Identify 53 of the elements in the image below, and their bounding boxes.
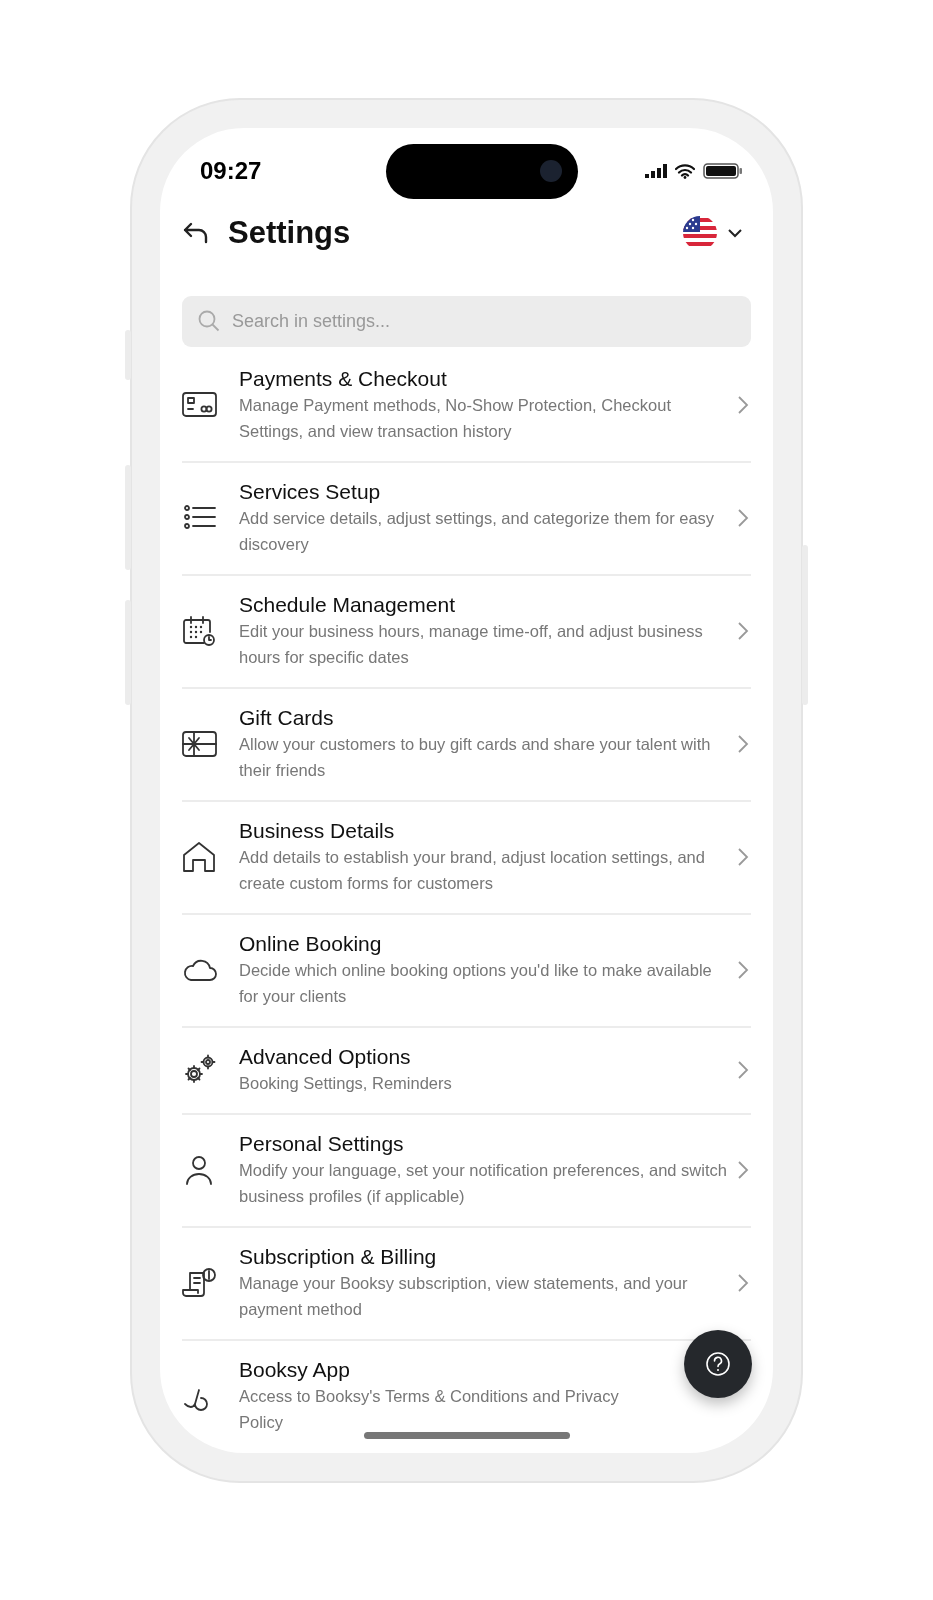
item-description: Allow your customers to buy gift cards and share your talent with their friends (239, 734, 712, 781)
chevron-icon (737, 621, 749, 641)
item-title: Services Setup (239, 479, 382, 505)
caret-icon (727, 228, 743, 238)
item-description: Add details to establish your brand, adjust location settings, and create custom forms for customers (239, 847, 706, 894)
chevron-icon (737, 1273, 749, 1293)
search-field[interactable]: Search in settings... (182, 296, 751, 347)
house-icon (182, 841, 218, 873)
settings-item[interactable]: Personal Settings Modify your language, set your notification preferences, and switch business profiles (if applicable) (182, 1115, 751, 1228)
settings-item[interactable]: Booksy App Access to Booksy's Terms & Conditions and Privacy Policy (182, 1341, 669, 1452)
item-title: Advanced Options (239, 1044, 412, 1070)
item-title: Online Booking (239, 931, 383, 957)
chevron-icon (737, 960, 749, 980)
item-title: Payments & Checkout (239, 366, 448, 392)
item-title: Schedule Management (239, 592, 456, 618)
gift-card-icon (182, 728, 218, 760)
settings-item[interactable]: Online Booking Decide which online booking options you'd like to make available for your clients (182, 915, 751, 1028)
chevron-icon (737, 395, 749, 415)
page-title: Settings (228, 215, 351, 251)
item-title: Personal Settings (239, 1131, 405, 1157)
item-description: Modify your language, set your notification preferences, and switch business profiles (if applicable) (239, 1160, 728, 1207)
chevron-icon (737, 508, 749, 528)
settings-item[interactable]: Gift Cards Allow your customers to buy gift cards and share your talent with their friends (182, 689, 751, 802)
settings-item[interactable]: Schedule Management Edit your business hours, manage time-off, and adjust business hours for specific dates (182, 576, 751, 689)
item-description: Decide which online booking options you'd like to make available for your clients (239, 960, 713, 1007)
item-description: Add service details, adjust settings, and categorize them for easy discovery (239, 508, 716, 555)
settings-item[interactable]: Business Details Add details to establish your brand, adjust location settings, and create custom forms for customers (182, 802, 751, 915)
signal-icon (645, 164, 667, 178)
item-description: Booking Settings, Reminders (239, 1073, 453, 1094)
settings-item[interactable]: Advanced Options Booking Settings, Reminders (182, 1028, 751, 1115)
status-time: 09:27 (200, 157, 263, 185)
help-icon (705, 1351, 731, 1377)
item-description: Access to Booksy's Terms & Conditions and Privacy Policy (239, 1386, 620, 1433)
settings-item[interactable]: Payments & Checkout Manage Payment methods, No-Show Protection, Checkout Settings, and view transaction history (182, 350, 751, 463)
back-icon[interactable] (182, 221, 210, 245)
chevron-icon (737, 1060, 749, 1080)
calendar-icon (182, 615, 218, 647)
help-button[interactable] (684, 1330, 752, 1398)
item-title: Subscription & Billing (239, 1244, 438, 1270)
chevron-icon (737, 734, 749, 754)
item-description: Manage Payment methods, No-Show Protection, Checkout Settings, and view transaction history (239, 395, 672, 442)
item-description: Edit your business hours, manage time-off, and adjust business hours for specific dates (239, 621, 704, 668)
item-title: Gift Cards (239, 705, 335, 731)
item-title: Business Details (239, 818, 396, 844)
wifi-icon (675, 163, 695, 179)
receipt-icon (182, 1267, 218, 1299)
item-title: Booksy App (239, 1357, 351, 1383)
gears-icon (182, 1054, 218, 1086)
chevron-icon (737, 1160, 749, 1180)
battery-icon (703, 163, 743, 179)
item-description: Manage your Booksy subscription, view statements, and your payment method (239, 1273, 689, 1320)
chevron-icon (737, 847, 749, 867)
settings-item[interactable]: Services Setup Add service details, adjust settings, and categorize them for easy discovery (182, 463, 751, 576)
